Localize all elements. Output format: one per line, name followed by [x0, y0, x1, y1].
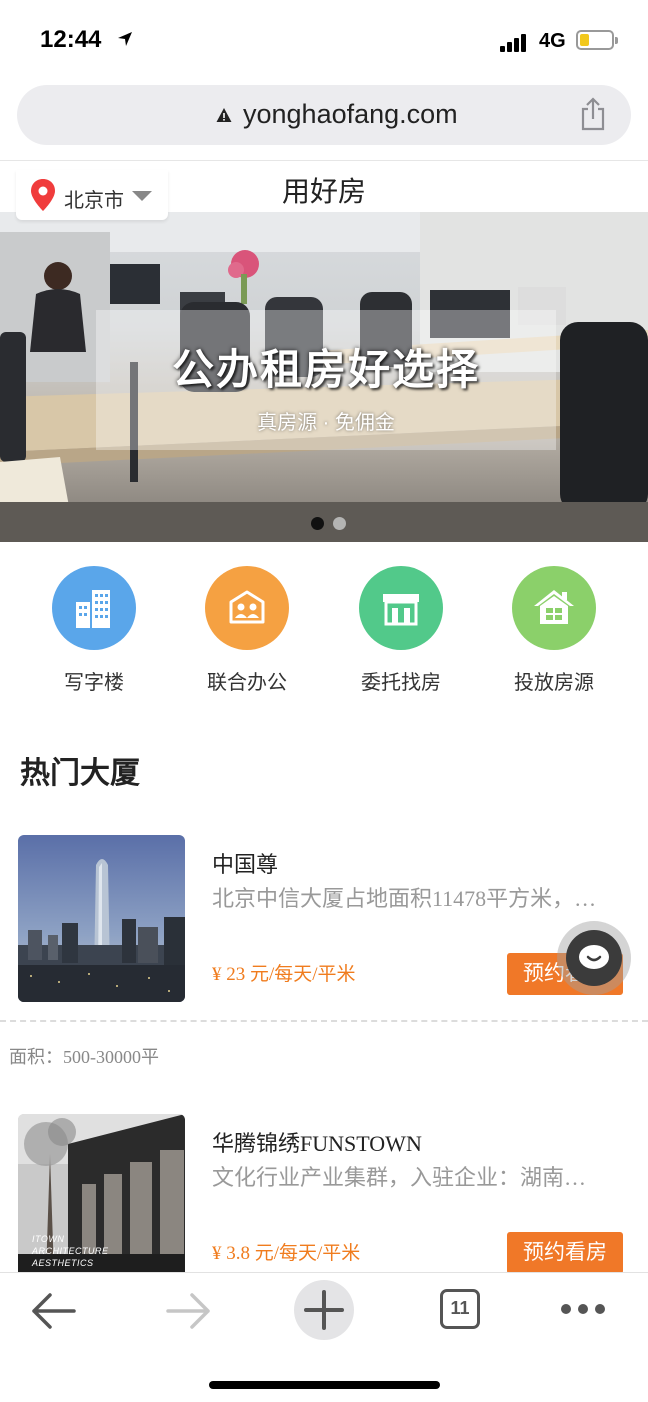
chat-icon — [579, 945, 609, 969]
storefront-icon — [383, 594, 419, 626]
tab-count: 11 — [450, 1298, 470, 1318]
banner-headline: 公办租房好选择 — [171, 346, 480, 393]
category-office-building[interactable]: 写字楼 — [24, 566, 164, 695]
category-label: 投放房源 — [514, 672, 594, 694]
category-coworking[interactable]: 联合办公 — [177, 566, 317, 695]
listing-image: ITOWN ARCHITECTURE AESTHETICS — [18, 1114, 185, 1281]
more-icon[interactable] — [558, 1299, 608, 1319]
listing-card[interactable]: 中国尊 北京中信大厦占地面积11478平方米，… ¥ 23 元/每天/平米 预约… — [0, 835, 648, 1005]
location-pin-icon — [31, 179, 55, 211]
category-label: 联合办公 — [207, 672, 287, 694]
listing-area: 面积：500-30000平 — [9, 1047, 159, 1067]
house-icon — [534, 590, 574, 624]
coworking-icon — [229, 590, 265, 624]
listing-price: ¥ 3.8 元/每天/平米 — [212, 1243, 361, 1264]
category-icon-circle — [359, 566, 443, 650]
listing-card[interactable]: ITOWN ARCHITECTURE AESTHETICS 华腾锦绣FUNSTO… — [0, 1114, 648, 1284]
battery-icon — [576, 30, 618, 50]
city-selector[interactable]: 北京市 — [16, 170, 168, 220]
listing-title: 华腾锦绣FUNSTOWN — [212, 1131, 422, 1156]
listing-title: 中国尊 — [212, 852, 279, 877]
category-find-house[interactable]: 委托找房 — [331, 566, 471, 695]
category-list-property[interactable]: 投放房源 — [484, 566, 624, 695]
tabs-button[interactable]: 11 — [440, 1289, 480, 1329]
url-text: yonghaofang.com — [243, 99, 458, 129]
forward-arrow-icon[interactable] — [166, 1291, 212, 1331]
warning-icon — [216, 108, 232, 122]
status-time: 12:44 — [40, 26, 102, 53]
category-label: 委托找房 — [361, 672, 441, 694]
carousel-dot[interactable] — [311, 517, 324, 530]
office-building-icon — [76, 590, 110, 628]
city-name: 北京市 — [64, 190, 124, 212]
back-arrow-icon[interactable] — [30, 1291, 76, 1331]
category-icon-circle — [52, 566, 136, 650]
listing-image-caption: ITOWN ARCHITECTURE AESTHETICS — [32, 1234, 109, 1268]
share-icon[interactable] — [579, 97, 607, 131]
signal-icon — [500, 32, 532, 52]
listing-description: 北京中信大厦占地面积11478平方米，… — [212, 886, 597, 911]
location-arrow-icon — [118, 32, 132, 46]
section-title: 热门大厦 — [20, 757, 140, 790]
category-icon-circle — [205, 566, 289, 650]
chat-button[interactable] — [557, 921, 631, 995]
category-label: 写字楼 — [64, 672, 124, 694]
listing-divider — [0, 1020, 648, 1022]
carousel-dot[interactable] — [333, 517, 346, 530]
listing-price: ¥ 23 元/每天/平米 — [212, 964, 356, 985]
category-icon-circle — [512, 566, 596, 650]
plus-icon — [304, 1290, 344, 1330]
banner-carousel[interactable]: 公办租房好选择 真房源 · 免佣金 — [0, 212, 648, 542]
browser-toolbar: 11 — [0, 1272, 648, 1402]
book-viewing-button[interactable]: 预约看房 — [507, 1232, 623, 1274]
network-type: 4G — [539, 30, 566, 52]
new-tab-button[interactable] — [294, 1280, 354, 1340]
banner-subtitle: 真房源 · 免佣金 — [257, 412, 395, 434]
listing-description: 文化行业产业集群，入驻企业：湖南… — [212, 1165, 587, 1190]
chevron-down-icon — [132, 191, 152, 201]
divider — [0, 160, 648, 161]
address-bar[interactable]: yonghaofang.com — [17, 85, 631, 145]
status-bar: 12:44 4G — [0, 0, 648, 80]
listing-image — [18, 835, 185, 1002]
home-indicator — [209, 1381, 440, 1389]
